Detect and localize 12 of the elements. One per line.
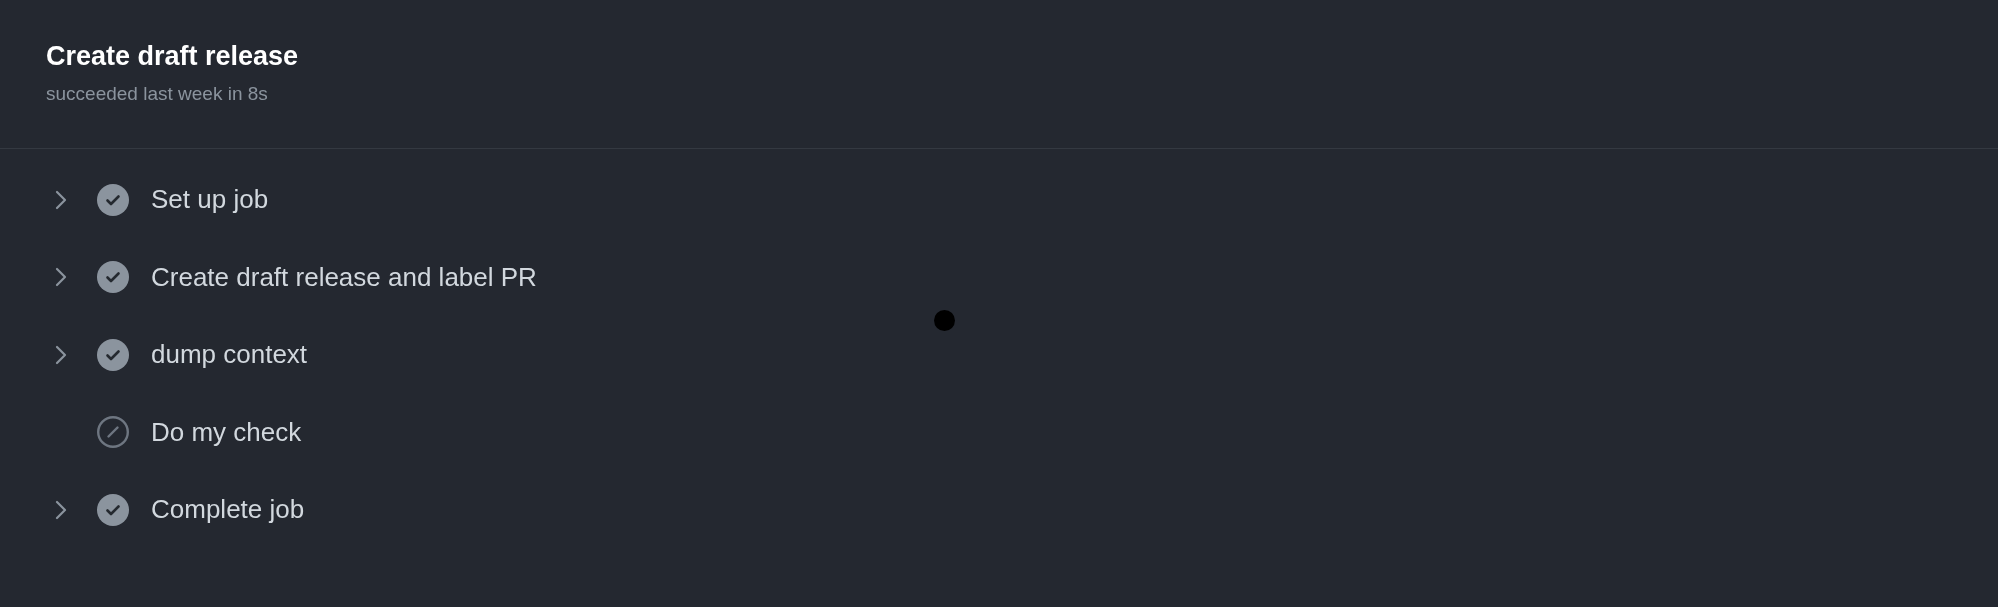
job-status: succeeded last week in 8s — [46, 82, 269, 106]
chevron-right-icon — [55, 344, 67, 365]
step-row[interactable]: Create draft release and label PR — [0, 238, 1998, 316]
chevron-right-icon — [55, 267, 67, 288]
step-row[interactable]: dump context — [0, 316, 1998, 394]
chevron-right-icon — [55, 499, 67, 520]
step-row[interactable]: Do my check — [0, 393, 1998, 471]
step-row[interactable]: Set up job — [0, 161, 1998, 239]
cursor-icon — [934, 310, 955, 331]
step-row[interactable]: Complete job — [0, 471, 1998, 549]
job-title: Create draft release — [46, 40, 300, 73]
chevron-right-icon — [55, 189, 67, 210]
